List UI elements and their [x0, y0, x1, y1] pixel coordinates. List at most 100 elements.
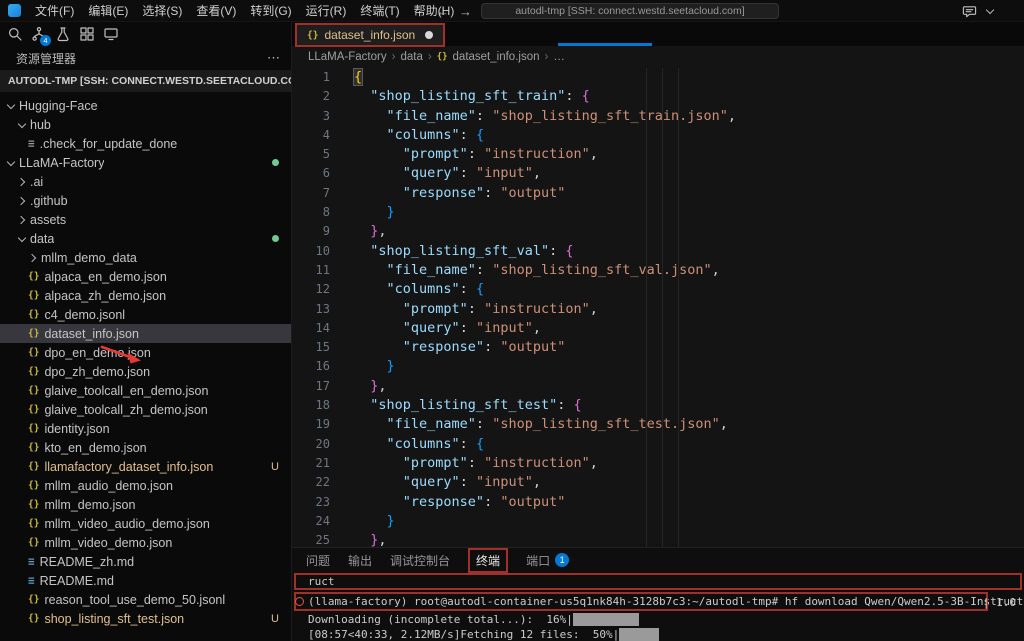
code-line[interactable]: 25 }, [292, 531, 1024, 547]
code-line[interactable]: 5 "prompt": "instruction", [292, 145, 1024, 164]
json-file-icon: {} [28, 309, 40, 320]
tree-item[interactable]: {} glaive_toolcall_en_demo.json [0, 381, 291, 400]
panel-tab-label: 终端 [476, 553, 501, 568]
tree-item[interactable]: {} shop_listing_sft_test.json U [0, 609, 291, 628]
code-line[interactable]: 3 "file_name": "shop_listing_sft_train.j… [292, 107, 1024, 126]
breadcrumb-item[interactable]: data [400, 51, 422, 63]
tree-item[interactable]: .ai [0, 172, 291, 191]
code-line[interactable]: 6 "query": "input", [292, 164, 1024, 183]
tree-item[interactable]: {} mllm_audio_demo.json [0, 476, 291, 495]
code-editor[interactable]: 1{2 "shop_listing_sft_train": {3 "file_n… [292, 68, 1024, 547]
editor-group: {} dataset_info.json LLaMA-Factory › data ›… [292, 22, 1024, 641]
tree-item[interactable]: mllm_demo_data [0, 248, 291, 267]
tree-item[interactable]: {} kto_en_demo.json [0, 438, 291, 457]
tree-item[interactable]: ≡ README.md [0, 571, 291, 590]
code-line-text: "query": "input", [402, 319, 541, 336]
tree-item[interactable]: ≡ README_zh.md [0, 552, 291, 571]
vscode-logo-icon [8, 4, 21, 17]
code-line[interactable]: 9 }, [292, 222, 1024, 241]
tree-item[interactable]: assets [0, 210, 291, 229]
tree-item[interactable]: .github [0, 191, 291, 210]
menu-item[interactable]: 文件(F) [28, 0, 81, 22]
tree-item[interactable]: {} dpo_en_demo.json [0, 343, 291, 362]
menu-item[interactable]: 编辑(E) [81, 0, 135, 22]
code-line[interactable]: 24 } [292, 512, 1024, 531]
json-file-icon: {} [28, 613, 40, 624]
tree-item[interactable]: ≡ .check_for_update_done [0, 134, 291, 153]
code-line[interactable]: 2 "shop_listing_sft_train": { [292, 87, 1024, 106]
code-line[interactable]: 16 } [292, 357, 1024, 376]
code-line[interactable]: 11 "file_name": "shop_listing_sft_val.js… [292, 261, 1024, 280]
tree-item-label: identity.json [44, 421, 110, 436]
nav-forward-icon[interactable]: → [459, 4, 472, 19]
panel-tab-problems[interactable]: 问题 [306, 552, 330, 569]
extensions-icon[interactable] [78, 26, 95, 43]
tree-item[interactable]: LLaMA-Factory [0, 153, 291, 172]
workspace-section-header[interactable]: AUTODL-TMP [SSH: CONNECT.WESTD.SEETACLOU… [0, 70, 291, 92]
chat-icon[interactable] [962, 4, 977, 19]
code-line[interactable]: 15 "response": "output" [292, 338, 1024, 357]
panel-tab-ports[interactable]: 端口 1 [526, 552, 570, 569]
code-line[interactable]: 22 "query": "input", [292, 473, 1024, 492]
tree-item[interactable]: {} mllm_video_audio_demo.json [0, 514, 291, 533]
code-line[interactable]: 14 "query": "input", [292, 319, 1024, 338]
menu-item[interactable]: 运行(R) [299, 0, 354, 22]
code-line[interactable]: 17 }, [292, 377, 1024, 396]
search-icon[interactable] [6, 26, 23, 43]
panel-tab-debug-console[interactable]: 调试控制台 [390, 552, 450, 569]
tree-item-label: Hugging-Face [19, 98, 98, 113]
breadcrumb-item[interactable]: … [553, 51, 565, 63]
command-center-title[interactable]: autodl-tmp [SSH: connect.westd.seetaclou… [481, 3, 779, 19]
code-line[interactable]: 23 "response": "output" [292, 493, 1024, 512]
source-control-icon[interactable]: 4 [30, 26, 51, 46]
code-line[interactable]: 8 } [292, 203, 1024, 222]
tree-item[interactable]: data [0, 229, 291, 248]
tree-item-label: mllm_audio_demo.json [44, 478, 173, 493]
panel-tab-terminal[interactable]: 终端 [468, 547, 509, 573]
chevron-down-icon[interactable] [985, 6, 995, 16]
code-line-text: }, [370, 377, 387, 394]
menu-item[interactable]: 查看(V) [189, 0, 243, 22]
tree-item[interactable]: {} alpaca_en_demo.json [0, 267, 291, 286]
code-line[interactable]: 10 "shop_listing_sft_val": { [292, 242, 1024, 261]
code-line[interactable]: 19 "file_name": "shop_listing_sft_test.j… [292, 415, 1024, 434]
code-line[interactable]: 7 "response": "output" [292, 184, 1024, 203]
tree-item[interactable]: {} c4_demo.jsonl [0, 305, 291, 324]
tree-item[interactable]: {} mllm_demo.json [0, 495, 291, 514]
json-file-icon: {} [307, 29, 319, 41]
tree-item[interactable]: {} dpo_zh_demo.json [0, 362, 291, 381]
menu-item[interactable]: 转到(G) [243, 0, 298, 22]
tree-item[interactable]: {} identity.json [0, 419, 291, 438]
terminal-content[interactable]: ruct (llama-factory) root@autodl-containe… [292, 572, 1024, 641]
code-line[interactable]: 1{ [292, 68, 1024, 87]
line-number: 22 [315, 475, 330, 490]
editor-tab-dataset-info[interactable]: {} dataset_info.json [297, 25, 444, 45]
nav-back-icon[interactable]: ← [436, 4, 449, 19]
line-number: 12 [315, 282, 330, 297]
panel-tab-output[interactable]: 输出 [348, 552, 372, 569]
modified-dot-icon[interactable] [425, 31, 434, 39]
tree-item[interactable]: {} glaive_toolcall_zh_demo.json [0, 400, 291, 419]
tree-item[interactable]: {} llamafactory_dataset_info.json U [0, 457, 291, 476]
tree-item[interactable]: {} dataset_info.json [0, 324, 291, 343]
workspace-name: AUTODL-TMP [SSH: CONNECT.WESTD.SEETACLOU… [8, 75, 291, 87]
code-line[interactable]: 4 "columns": { [292, 126, 1024, 145]
menu-item[interactable]: 选择(S) [135, 0, 189, 22]
remote-explorer-icon[interactable] [102, 26, 119, 43]
code-line[interactable]: 13 "prompt": "instruction", [292, 300, 1024, 319]
tree-item[interactable]: hub [0, 115, 291, 134]
more-actions-icon[interactable]: ⋯ [267, 50, 281, 66]
code-line[interactable]: 18 "shop_listing_sft_test": { [292, 396, 1024, 415]
tree-item[interactable]: {} reason_tool_use_demo_50.jsonl [0, 590, 291, 609]
breadcrumb-item[interactable]: dataset_info.json [453, 51, 540, 63]
code-line[interactable]: 12 "columns": { [292, 280, 1024, 299]
tree-item[interactable]: Hugging-Face [0, 96, 291, 115]
testing-icon[interactable] [54, 26, 71, 43]
tree-item[interactable]: {} alpaca_zh_demo.json [0, 286, 291, 305]
breadcrumb-item[interactable]: LLaMA-Factory [308, 51, 387, 63]
code-line[interactable]: 20 "columns": { [292, 435, 1024, 454]
code-line[interactable]: 21 "prompt": "instruction", [292, 454, 1024, 473]
tree-item[interactable]: {} mllm_video_demo.json [0, 533, 291, 552]
menu-item[interactable]: 终端(T) [353, 0, 406, 22]
code-line-text: "prompt": "instruction", [402, 454, 598, 471]
